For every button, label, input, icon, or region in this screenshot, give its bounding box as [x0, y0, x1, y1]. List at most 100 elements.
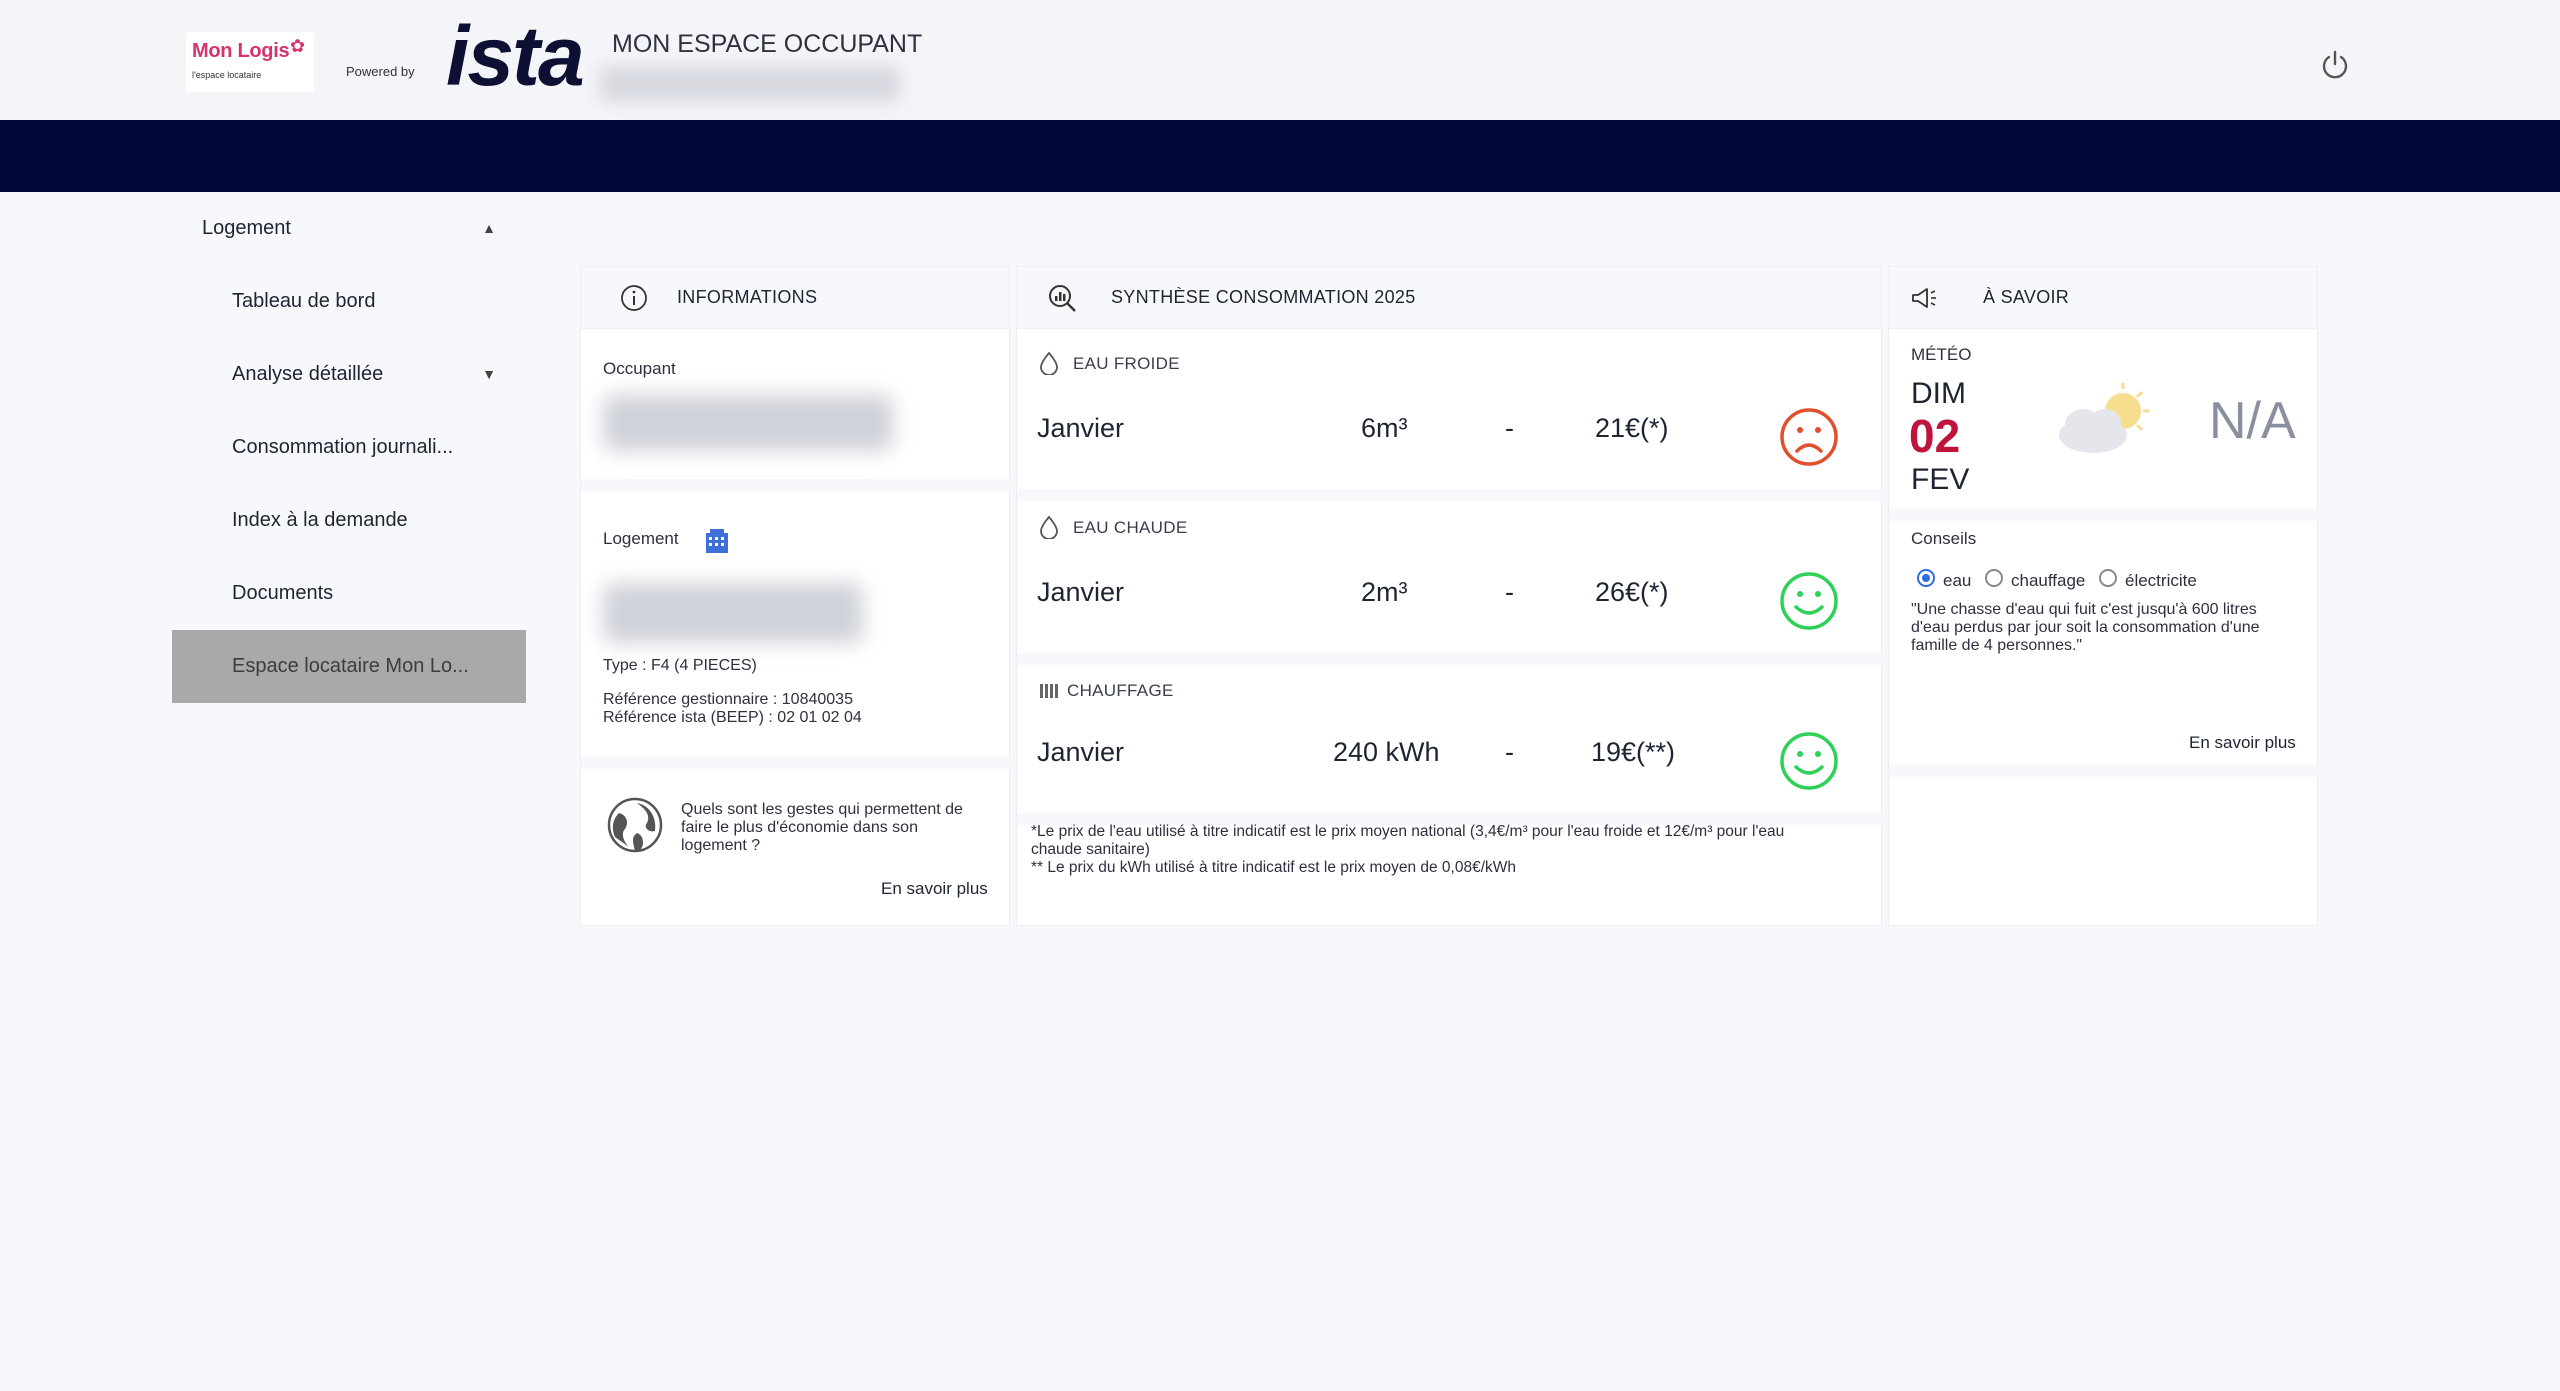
footnote-eau-cont: chaude sanitaire) [1031, 841, 1150, 858]
sidebar-item-espace-locataire[interactable]: Espace locataire Mon Lo... [172, 630, 526, 703]
occupant-blurred [603, 395, 893, 451]
flower-icon: ✿ [290, 36, 306, 56]
a-savoir-header: À SAVOIR [1889, 267, 2317, 329]
tip-line-2: faire le plus d'économie dans son [681, 819, 918, 836]
synthese-title: SYNTHÈSE CONSOMMATION 2025 [1111, 287, 1416, 307]
ref-gestionnaire: Référence gestionnaire : 10840035 [603, 691, 853, 708]
tip-line-3: logement ? [681, 837, 761, 854]
en-savoir-plus-link[interactable]: En savoir plus [881, 879, 988, 899]
sidebar-item-consommation-journaliere[interactable]: Consommation journali... [172, 411, 526, 484]
info-icon-svg [621, 285, 647, 311]
informations-card: INFORMATIONS Occupant Logement Type : F4… [580, 266, 1011, 926]
mon-logis-logo[interactable]: Mon Logis ✿ l'espace locataire [186, 32, 314, 92]
radio-chauffage[interactable] [1985, 569, 2003, 587]
navigation-bar [0, 120, 2560, 192]
meteo-month: FEV [1911, 463, 1970, 496]
happy-face-icon [1780, 732, 1838, 790]
row-month: Janvier [1037, 737, 1125, 767]
sidebar-item-label: Index à la demande [232, 509, 408, 531]
magnifier-icon-svg [1049, 285, 1076, 312]
row-price: 19€(**) [1591, 737, 1676, 767]
app-header: Mon Logis ✿ l'espace locataire Powered b… [0, 0, 2560, 120]
row-price: 21€(*) [1595, 413, 1669, 443]
sidebar-item-tableau-de-bord[interactable]: Tableau de bord [172, 265, 526, 338]
row-month: Janvier [1037, 577, 1125, 607]
globe-icon [607, 797, 663, 858]
row-price: 26€(*) [1595, 577, 1669, 607]
sidebar-item-label: Logement [202, 217, 291, 239]
sidebar-item-logement[interactable]: Logement ▲ [172, 192, 526, 265]
logement-type: Type : F4 (4 PIECES) [603, 657, 757, 674]
divider [1017, 653, 1883, 665]
power-icon-svg [2322, 50, 2348, 79]
sidebar-item-label: Documents [232, 582, 334, 604]
sidebar-item-documents[interactable]: Documents [172, 557, 526, 630]
info-icon [619, 283, 649, 313]
conseil-line-3: famille de 4 personnes." [1911, 637, 2083, 654]
meteo-label: MÉTÉO [1911, 345, 1972, 364]
caret-up-icon: ▲ [482, 220, 496, 236]
row-label: EAU FROIDE [1073, 354, 1180, 373]
caret-down-icon: ▼ [482, 366, 496, 382]
conseil-line-2: d'eau perdus par jour soit la consommati… [1911, 619, 2260, 636]
conseils-label: Conseils [1911, 529, 1977, 548]
informations-header: INFORMATIONS [581, 267, 1009, 329]
drop-icon-svg [1040, 515, 1058, 540]
row-quantity: 240 kWh [1333, 737, 1440, 767]
weather-cloud-sun-icon [2059, 383, 2149, 453]
en-savoir-plus-link[interactable]: En savoir plus [2189, 733, 2296, 753]
radio-electricite[interactable] [2099, 569, 2117, 587]
row-quantity: 2m³ [1361, 577, 1408, 607]
power-icon[interactable] [2318, 48, 2352, 82]
logo-subtitle: l'espace locataire [192, 70, 262, 80]
meteo-date: 02 [1909, 410, 1961, 462]
logo-text: Mon Logis [192, 40, 290, 62]
radiator-icon-svg [1040, 684, 1058, 698]
synthese-card: SYNTHÈSE CONSOMMATION 2025 EAU FROIDE Ja… [1016, 266, 1883, 926]
row-separator: - [1505, 413, 1514, 443]
globe-icon-svg [607, 797, 663, 853]
divider [1017, 489, 1883, 501]
megaphone-icon [1909, 283, 1939, 313]
megaphone-icon-svg [1912, 288, 1936, 308]
radiator-icon [1039, 681, 1059, 705]
a-savoir-title: À SAVOIR [1983, 287, 2070, 307]
meteo-day: DIM [1911, 377, 1966, 410]
a-savoir-card: À SAVOIR MÉTÉO DIM 02 FEV N/A Conseils e… [1888, 266, 2319, 926]
row-month: Janvier [1037, 413, 1125, 443]
radio-eau[interactable] [1917, 569, 1935, 587]
tip-line-1: Quels sont les gestes qui permettent de [681, 801, 963, 818]
powered-by: Powered by [346, 64, 415, 79]
sidebar: Logement ▲ Tableau de bord Analyse détai… [172, 192, 526, 703]
divider [581, 757, 1011, 769]
divider [1889, 509, 2319, 521]
sidebar-item-label: Analyse détaillée [232, 363, 384, 385]
occupant-label: Occupant [603, 359, 676, 378]
row-label: CHAUFFAGE [1067, 681, 1174, 700]
ista-logo: ista [446, 9, 585, 103]
row-separator: - [1505, 737, 1514, 767]
sidebar-item-analyse-detaillee[interactable]: Analyse détaillée ▼ [172, 338, 526, 411]
row-separator: - [1505, 577, 1514, 607]
footnote-eau: *Le prix de l'eau utilisé à titre indica… [1031, 823, 1785, 840]
sidebar-item-label: Consommation journali... [232, 436, 454, 458]
page-title: MON ESPACE OCCUPANT [612, 30, 923, 58]
building-icon [703, 527, 731, 560]
address-blurred [603, 583, 863, 643]
divider [581, 479, 1011, 491]
radio-label-eau: eau [1943, 571, 1972, 590]
footnote-kwh: ** Le prix du kWh utilisé à titre indica… [1031, 859, 1517, 876]
conseil-line-1: "Une chasse d'eau qui fuit c'est jusqu'à… [1911, 601, 2257, 618]
sad-face-icon [1780, 408, 1838, 466]
magnifier-chart-icon [1047, 283, 1077, 313]
temperature: N/A [2209, 392, 2296, 450]
row-quantity: 6m³ [1361, 413, 1408, 443]
informations-title: INFORMATIONS [677, 287, 818, 307]
user-name-blurred [600, 66, 900, 102]
radio-label-chauffage: chauffage [2011, 571, 2086, 590]
sidebar-item-index-demande[interactable]: Index à la demande [172, 484, 526, 557]
happy-face-icon [1780, 572, 1838, 630]
drop-icon-svg [1040, 351, 1058, 376]
synthese-header: SYNTHÈSE CONSOMMATION 2025 [1017, 267, 1881, 329]
sidebar-item-label: Tableau de bord [232, 290, 376, 312]
